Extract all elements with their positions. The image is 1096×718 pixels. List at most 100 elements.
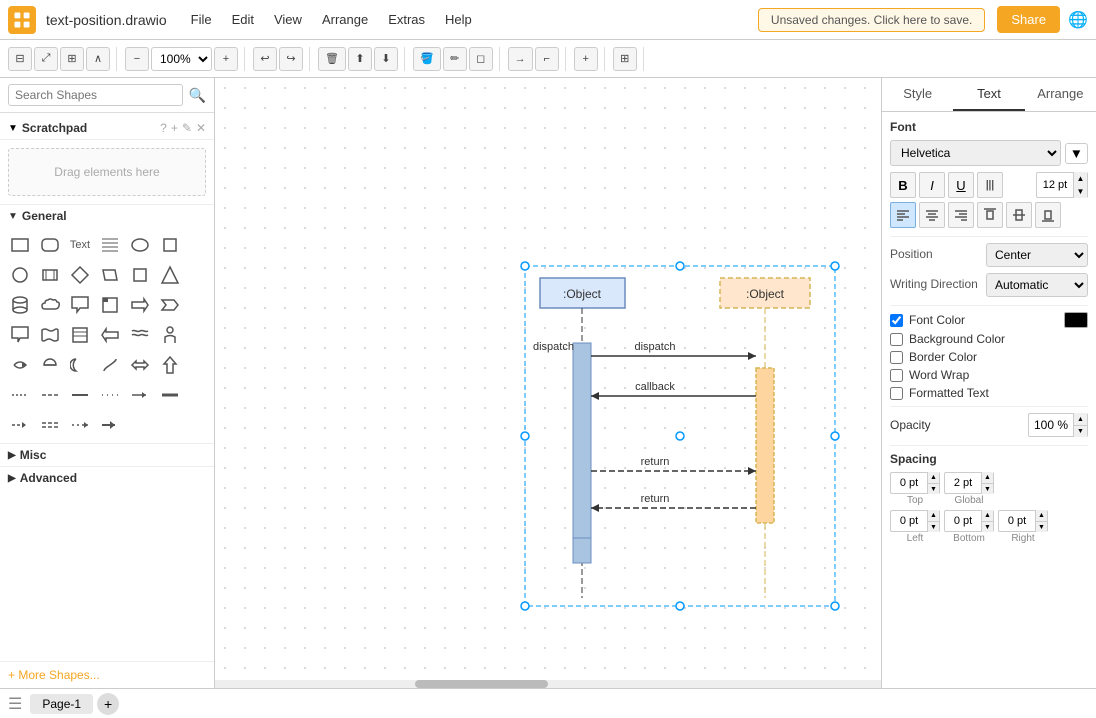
redo-button[interactable]: ↪ (279, 47, 303, 71)
font-size-input[interactable] (1037, 177, 1073, 193)
shape-dotted-line[interactable] (6, 381, 34, 409)
opacity-input[interactable] (1029, 418, 1073, 432)
shadow-button[interactable]: ◻ (469, 47, 493, 71)
shape-lines[interactable] (96, 231, 124, 259)
shape-s-curve[interactable] (96, 351, 124, 379)
font-dropdown-button[interactable]: ▼ (1065, 143, 1088, 164)
spacing-bottom-input[interactable] (945, 515, 981, 527)
menu-file[interactable]: File (187, 10, 216, 29)
shape-solid-line[interactable] (66, 381, 94, 409)
scratchpad-edit-icon[interactable]: ✎ (182, 121, 192, 135)
shape-circle[interactable] (6, 261, 34, 289)
left-resize-handle[interactable] (430, 78, 434, 688)
menu-arrange[interactable]: Arrange (318, 10, 372, 29)
underline-button[interactable]: U (948, 172, 974, 198)
spacing-top-input[interactable] (891, 477, 927, 489)
valign-middle-button[interactable] (1006, 202, 1032, 228)
spacing-left-down[interactable]: ▼ (927, 521, 939, 532)
spacing-top-up[interactable]: ▲ (927, 472, 939, 483)
canvas-scrollbar-thumb[interactable] (415, 680, 548, 688)
spacing-bottom-down[interactable]: ▼ (981, 521, 993, 532)
fill-color-button[interactable]: 🪣 (413, 47, 441, 71)
font-size-up-button[interactable]: ▲ (1073, 172, 1087, 185)
spacing-left-up[interactable]: ▲ (927, 510, 939, 521)
page-tab[interactable]: Page-1 (30, 694, 93, 714)
shape-wavy[interactable] (36, 321, 64, 349)
opacity-down-button[interactable]: ▼ (1073, 425, 1087, 437)
shape-db[interactable] (66, 321, 94, 349)
general-section-header[interactable]: ▼ General (0, 205, 214, 227)
canvas-area[interactable]: :Object :Object dispatch dispatch (215, 78, 881, 688)
word-wrap-checkbox[interactable] (890, 369, 903, 382)
shape-half-circle[interactable] (36, 351, 64, 379)
advanced-section-header[interactable]: ▶ Advanced (0, 467, 214, 489)
more-shapes-button[interactable]: + More Shapes... (0, 661, 214, 688)
spacing-global-input[interactable] (945, 477, 981, 489)
shape-process[interactable] (36, 261, 64, 289)
shape-arrow-left[interactable] (96, 321, 124, 349)
shape-cylinder[interactable] (6, 291, 34, 319)
font-color-swatch[interactable] (1064, 312, 1088, 328)
writing-direction-select[interactable]: Automatic Left to Right Right to Left (986, 273, 1088, 297)
zoom-out-button[interactable]: − (125, 47, 149, 71)
bottom-menu-button[interactable]: ☰ (8, 694, 22, 714)
shape-callout2[interactable] (6, 321, 34, 349)
shape-square2[interactable] (126, 261, 154, 289)
globe-icon[interactable]: 🌐 (1068, 10, 1088, 30)
shape-cloud[interactable] (36, 291, 64, 319)
align-center-button[interactable] (919, 202, 945, 228)
shape-moon[interactable] (66, 351, 94, 379)
shape-step[interactable] (156, 291, 184, 319)
scratchpad-help-icon[interactable]: ? (160, 121, 167, 135)
spacing-bottom-up[interactable]: ▲ (981, 510, 993, 521)
zoom-in-button[interactable]: + (214, 47, 238, 71)
align-right-button[interactable] (948, 202, 974, 228)
font-family-select[interactable]: Helvetica Arial Times New Roman (890, 140, 1061, 166)
connection-style-button[interactable]: → (508, 47, 533, 71)
bold-button[interactable]: B (890, 172, 916, 198)
opacity-up-button[interactable]: ▲ (1073, 413, 1087, 425)
shape-line-arrow2[interactable] (66, 411, 94, 439)
to-back-button[interactable]: ⬇ (374, 47, 398, 71)
shape-double-arrow[interactable] (126, 351, 154, 379)
misc-section-header[interactable]: ▶ Misc (0, 444, 214, 466)
valign-top-button[interactable] (977, 202, 1003, 228)
tab-arrange[interactable]: Arrange (1025, 78, 1096, 111)
formatted-text-checkbox[interactable] (890, 387, 903, 400)
shape-double-line[interactable] (36, 411, 64, 439)
shape-callout[interactable] (66, 291, 94, 319)
spacing-top-down[interactable]: ▼ (927, 483, 939, 494)
italic-button[interactable]: I (919, 172, 945, 198)
menu-view[interactable]: View (270, 10, 306, 29)
shape-rect-corner[interactable] (96, 291, 124, 319)
delete-button[interactable]: 🗑 (318, 47, 346, 71)
shape-arrow-line[interactable] (126, 381, 154, 409)
format-button[interactable]: ⊞ (60, 47, 84, 71)
share-button[interactable]: Share (997, 6, 1060, 33)
sidebar-toggle-button[interactable]: ⊟ (8, 47, 32, 71)
shape-triangle[interactable] (156, 261, 184, 289)
scratchpad-close-icon[interactable]: ✕ (196, 121, 206, 135)
menu-edit[interactable]: Edit (228, 10, 258, 29)
font-size-down-button[interactable]: ▼ (1073, 185, 1087, 198)
spacing-left-input[interactable] (891, 515, 927, 527)
spacing-right-down[interactable]: ▼ (1035, 521, 1047, 532)
shape-wave2[interactable] (126, 321, 154, 349)
border-color-checkbox[interactable] (890, 351, 903, 364)
valign-bottom-button[interactable] (1035, 202, 1061, 228)
to-front-button[interactable]: ⬆ (348, 47, 372, 71)
zoom-select[interactable]: 100% 75% 50% 150% (151, 47, 212, 71)
add-page-button[interactable]: + (97, 693, 119, 715)
position-select[interactable]: Center Left Right (986, 243, 1088, 267)
insert-button[interactable]: + (574, 47, 598, 71)
canvas-scrollbar[interactable] (215, 680, 881, 688)
waypoint-button[interactable]: ⌐ (535, 47, 559, 71)
shape-diamond[interactable] (66, 261, 94, 289)
spacing-right-up[interactable]: ▲ (1035, 510, 1047, 521)
shape-line-dots[interactable] (96, 381, 124, 409)
unsaved-changes-button[interactable]: Unsaved changes. Click here to save. (758, 8, 985, 32)
shape-arrow-up[interactable] (156, 351, 184, 379)
spacing-global-up[interactable]: ▲ (981, 472, 993, 483)
shape-fat-arrow[interactable] (96, 411, 124, 439)
collapse-button[interactable]: ∧ (86, 47, 110, 71)
